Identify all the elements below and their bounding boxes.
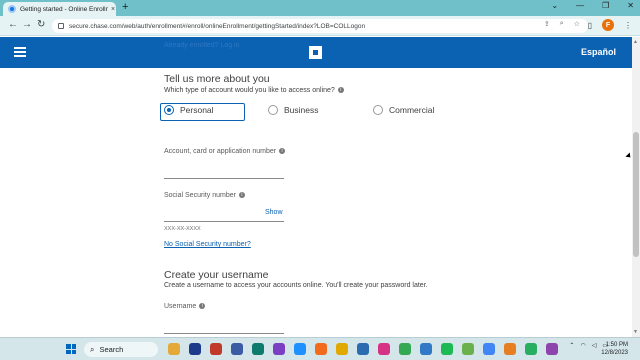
taskbar-app-icon[interactable] xyxy=(420,343,432,355)
site-header: Already enrolled? Log in Español xyxy=(0,37,632,68)
page-scrollbar[interactable]: ▲ ▼ xyxy=(632,37,640,337)
lock-icon[interactable] xyxy=(58,23,64,29)
taskbar-app-icon[interactable] xyxy=(273,343,285,355)
taskbar-app-icon[interactable] xyxy=(294,343,306,355)
url-text: secure.chase.com/web/auth/enrollment#/en… xyxy=(69,22,366,30)
back-icon[interactable]: ← xyxy=(8,19,18,30)
omnibox-icons: ⇪ ⌕ ☆ xyxy=(544,20,580,28)
window-controls: ⌄ — ❐ ✕ xyxy=(551,1,634,10)
address-bar[interactable]: secure.chase.com/web/auth/enrollment#/en… xyxy=(52,19,588,33)
taskbar-app-icon[interactable] xyxy=(315,343,327,355)
search-icon: ⌕ xyxy=(90,344,95,354)
info-icon[interactable]: i xyxy=(337,87,344,94)
zoom-icon[interactable]: ⌕ xyxy=(560,20,564,28)
sidebar-icon[interactable]: ▯ xyxy=(588,21,592,30)
ssn-format-hint: XXX-XX-XXXX xyxy=(164,226,201,232)
radio-selected-icon[interactable] xyxy=(164,105,174,115)
username-description: Create a username to access your account… xyxy=(164,282,428,289)
taskbar-clock[interactable]: 1:50 PM 12/8/2023 xyxy=(601,341,628,357)
taskbar-app-icon[interactable] xyxy=(252,343,264,355)
taskbar-app-icon[interactable] xyxy=(189,343,201,355)
account-type-radio-group: Personal Business Commercial xyxy=(160,105,460,119)
account-number-label: Account, card or application number i xyxy=(164,148,286,155)
ssn-label: Social Security number i xyxy=(164,192,245,199)
radio-personal[interactable]: Personal xyxy=(164,105,214,115)
volume-icon[interactable]: ◁ xyxy=(592,342,597,349)
username-section-title: Create your username xyxy=(164,269,269,281)
profile-avatar[interactable]: F xyxy=(602,19,614,31)
radio-business[interactable]: Business xyxy=(268,105,319,115)
taskbar-app-icon[interactable] xyxy=(483,343,495,355)
taskbar-app-icon[interactable] xyxy=(399,343,411,355)
browser-tools: ▯ F ⋮ xyxy=(588,19,632,31)
chase-logo-icon[interactable] xyxy=(309,46,322,59)
username-label: Username i xyxy=(164,303,206,310)
clock-date: 12/8/2023 xyxy=(601,350,628,356)
menu-dots-icon[interactable]: ⋮ xyxy=(624,21,632,30)
scroll-thumb[interactable] xyxy=(633,132,639,257)
bookmark-star-icon[interactable]: ☆ xyxy=(574,20,580,28)
browser-tab[interactable]: Getting started - Online Enrollm × xyxy=(3,2,116,16)
scroll-down-icon[interactable]: ▼ xyxy=(633,329,638,335)
radio-commercial[interactable]: Commercial xyxy=(373,105,434,115)
taskbar-app-icon[interactable] xyxy=(441,343,453,355)
ssn-show-button[interactable]: Show xyxy=(265,209,283,216)
tab-favicon-icon xyxy=(8,5,16,13)
enrollment-form: Tell us more about you Which type of acc… xyxy=(0,68,632,337)
taskbar-app-icon[interactable] xyxy=(504,343,516,355)
tab-close-icon[interactable]: × xyxy=(111,6,115,13)
info-icon[interactable]: i xyxy=(279,148,286,155)
forward-icon[interactable]: → xyxy=(22,19,32,30)
close-window-icon[interactable]: ✕ xyxy=(627,1,634,10)
info-icon[interactable]: i xyxy=(199,303,206,310)
browser-toolbar: ← → ↻ secure.chase.com/web/auth/enrollme… xyxy=(0,16,640,36)
account-type-question: Which type of account would you like to … xyxy=(164,87,344,94)
faded-header-link: Already enrolled? Log in xyxy=(164,42,240,49)
taskbar-app-icon[interactable] xyxy=(168,343,180,355)
wifi-icon[interactable]: ◠ xyxy=(580,342,585,349)
taskbar-app-icon[interactable] xyxy=(462,343,474,355)
taskbar-app-icon[interactable] xyxy=(546,343,558,355)
section-title: Tell us more about you xyxy=(164,73,270,85)
taskbar-app-icon[interactable] xyxy=(231,343,243,355)
radio-unselected-icon[interactable] xyxy=(268,105,278,115)
taskbar: ⌕ Search ⌃ ◠ ◁ ▭ 1:50 PM 12/8/2023 xyxy=(0,337,640,360)
account-number-input[interactable] xyxy=(164,178,284,179)
share-icon[interactable]: ⇪ xyxy=(544,20,550,28)
taskbar-app-icon[interactable] xyxy=(525,343,537,355)
taskbar-app-icon[interactable] xyxy=(357,343,369,355)
radio-unselected-icon[interactable] xyxy=(373,105,383,115)
hamburger-menu-icon[interactable] xyxy=(14,47,26,57)
new-tab-icon[interactable]: + xyxy=(122,1,128,13)
tab-search-icon[interactable]: ⌄ xyxy=(551,1,558,10)
ssn-input[interactable] xyxy=(164,221,284,222)
taskbar-app-icons xyxy=(168,343,558,355)
reload-icon[interactable]: ↻ xyxy=(37,19,45,30)
taskbar-app-icon[interactable] xyxy=(336,343,348,355)
tab-title: Getting started - Online Enrollm xyxy=(20,5,108,13)
no-ssn-link[interactable]: No Social Security number? xyxy=(164,241,251,248)
chevron-up-icon[interactable]: ⌃ xyxy=(569,342,574,349)
browser-tab-strip: Getting started - Online Enrollm × + ⌄ —… xyxy=(0,0,640,16)
taskbar-app-icon[interactable] xyxy=(210,343,222,355)
language-toggle-link[interactable]: Español xyxy=(581,47,616,57)
maximize-icon[interactable]: ❐ xyxy=(602,1,609,10)
info-icon[interactable]: i xyxy=(238,192,245,199)
windows-start-icon[interactable] xyxy=(66,344,76,354)
taskbar-app-icon[interactable] xyxy=(378,343,390,355)
username-input[interactable] xyxy=(164,333,284,334)
clock-time: 1:50 PM xyxy=(605,342,628,348)
minimize-icon[interactable]: — xyxy=(576,1,584,10)
taskbar-search[interactable]: ⌕ Search xyxy=(84,342,158,357)
scroll-up-icon[interactable]: ▲ xyxy=(633,39,638,45)
